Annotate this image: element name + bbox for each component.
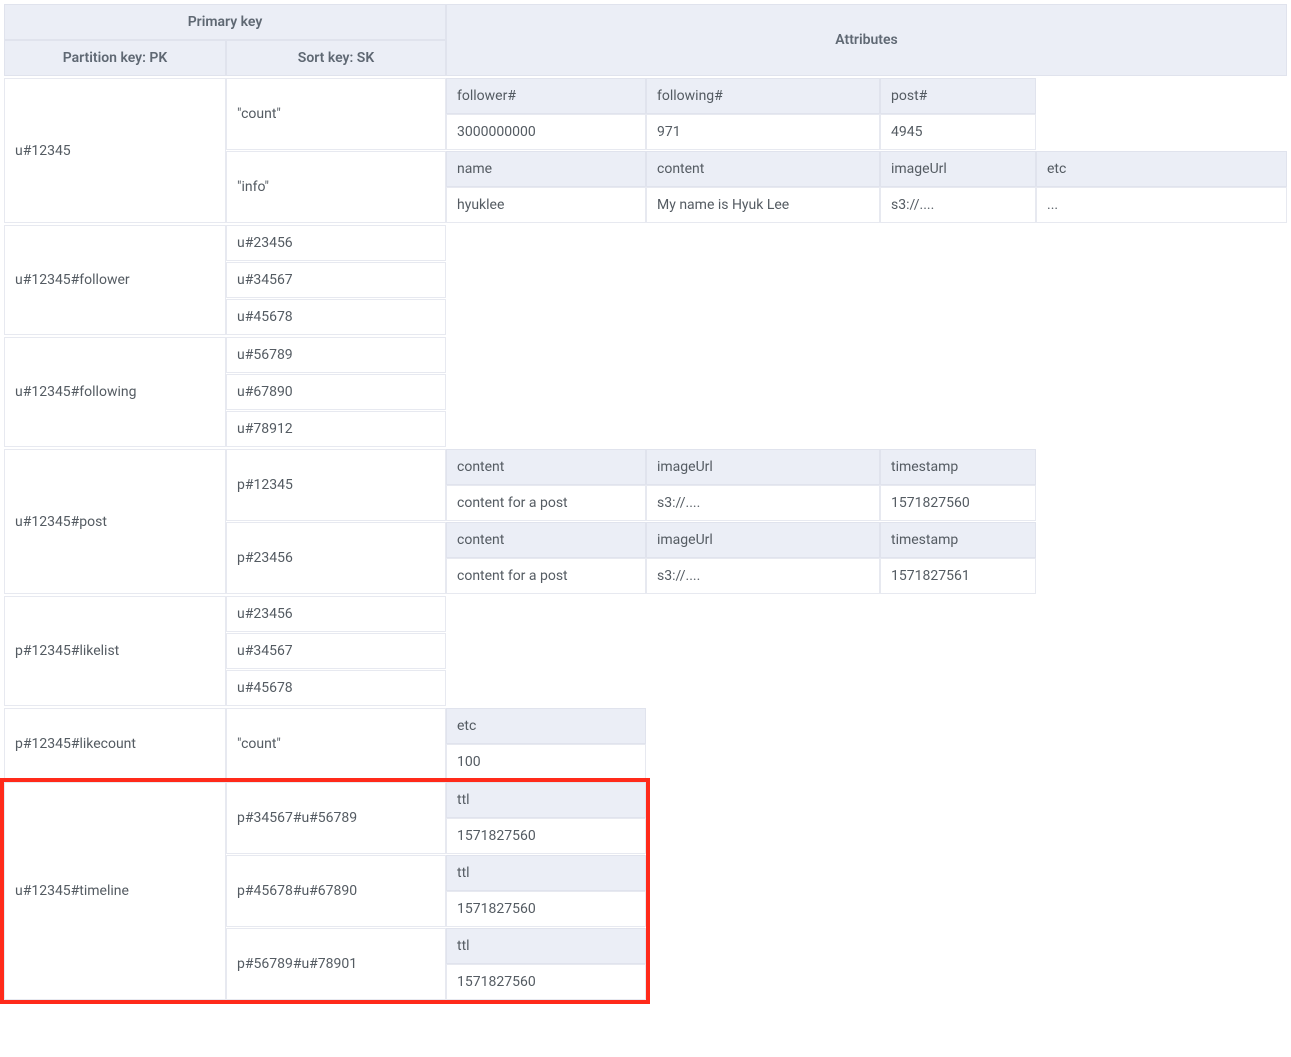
attr-header: ttl <box>446 782 646 818</box>
item-timeline-2: p#45678#u#67890 ttl 1571827560 <box>226 855 646 927</box>
sk-cell: "count" <box>226 78 446 150</box>
header-primary-key: Primary key <box>4 4 446 40</box>
attr-value: content for a post <box>446 558 646 594</box>
attr-value: 971 <box>646 114 880 150</box>
sk-cell: u#78912 <box>226 411 446 447</box>
attr-value: 1571827560 <box>446 818 646 854</box>
pk-cell: p#12345#likecount <box>4 708 226 780</box>
sk-cell: p#12345 <box>226 449 446 521</box>
attr-value: My name is Hyuk Lee <box>646 187 880 223</box>
sk-cell: p#45678#u#67890 <box>226 855 446 927</box>
item-timeline-1: p#34567#u#56789 ttl 1571827560 <box>226 782 646 854</box>
attr-value: content for a post <box>446 485 646 521</box>
attr-header: ttl <box>446 928 646 964</box>
attr-header: content <box>646 151 880 187</box>
attr-header: content <box>446 522 646 558</box>
item-post-2: p#23456 content imageUrl timestamp conte… <box>226 522 1036 594</box>
sk-cell: p#23456 <box>226 522 446 594</box>
group-post: u#12345#post p#12345 content imageUrl ti… <box>4 449 1287 594</box>
sk-cell: u#23456 <box>226 225 446 261</box>
item-timeline-3: p#56789#u#78901 ttl 1571827560 <box>226 928 646 1000</box>
pk-cell: u#12345 <box>4 78 226 223</box>
attr-header: etc <box>446 708 646 744</box>
group-user: u#12345 "count" follower# following# pos… <box>4 78 1287 223</box>
dynamodb-table-diagram: Primary key Partition key: PK Sort key: … <box>4 4 1287 1000</box>
attr-value: s3://.... <box>880 187 1036 223</box>
item-user-info: "info" name content imageUrl etc hyuklee… <box>226 151 1287 223</box>
sk-cell: "count" <box>226 708 446 780</box>
pk-cell: u#12345#following <box>4 337 226 447</box>
attr-value: ... <box>1036 187 1287 223</box>
pk-cell: u#12345#post <box>4 449 226 594</box>
attr-header: name <box>446 151 646 187</box>
sk-cell: p#34567#u#56789 <box>226 782 446 854</box>
attr-value: 1571827560 <box>446 891 646 927</box>
attr-value: 3000000000 <box>446 114 646 150</box>
sk-cell: u#23456 <box>226 596 446 632</box>
attr-header: etc <box>1036 151 1287 187</box>
sk-cell: "info" <box>226 151 446 223</box>
pk-cell: u#12345#follower <box>4 225 226 335</box>
sk-cell: u#45678 <box>226 299 446 335</box>
attr-header: post# <box>880 78 1036 114</box>
sk-cell: u#67890 <box>226 374 446 410</box>
group-likecount: p#12345#likecount "count" etc 100 <box>4 708 1287 780</box>
attr-header: content <box>446 449 646 485</box>
header-sort-key: Sort key: SK <box>226 40 446 76</box>
attr-value: 100 <box>446 744 646 780</box>
attr-value: 1571827560 <box>880 485 1036 521</box>
header-partition-key: Partition key: PK <box>4 40 226 76</box>
attr-header: following# <box>646 78 880 114</box>
group-likelist: p#12345#likelist u#23456 u#34567 u#45678 <box>4 596 1287 706</box>
group-follower: u#12345#follower u#23456 u#34567 u#45678 <box>4 225 1287 335</box>
attr-value: s3://.... <box>646 558 880 594</box>
attr-header: imageUrl <box>880 151 1036 187</box>
attr-header: timestamp <box>880 522 1036 558</box>
attr-header: timestamp <box>880 449 1036 485</box>
attr-header: imageUrl <box>646 522 880 558</box>
attr-value: 4945 <box>880 114 1036 150</box>
group-timeline: u#12345#timeline p#34567#u#56789 ttl 157… <box>4 782 1287 1000</box>
sk-cell: u#34567 <box>226 633 446 669</box>
attr-value: 1571827560 <box>446 964 646 1000</box>
sk-cell: u#34567 <box>226 262 446 298</box>
attr-value: hyuklee <box>446 187 646 223</box>
header-row: Primary key Partition key: PK Sort key: … <box>4 4 1287 76</box>
group-following: u#12345#following u#56789 u#67890 u#7891… <box>4 337 1287 447</box>
pk-cell: u#12345#timeline <box>4 782 226 1000</box>
sk-cell: u#56789 <box>226 337 446 373</box>
attr-header: follower# <box>446 78 646 114</box>
item-post-1: p#12345 content imageUrl timestamp conte… <box>226 449 1036 521</box>
item-user-count: "count" follower# following# post# 30000… <box>226 78 1287 150</box>
pk-cell: p#12345#likelist <box>4 596 226 706</box>
attr-value: s3://.... <box>646 485 880 521</box>
attr-header: ttl <box>446 855 646 891</box>
attr-header: imageUrl <box>646 449 880 485</box>
sk-cell: p#56789#u#78901 <box>226 928 446 1000</box>
attr-value: 1571827561 <box>880 558 1036 594</box>
sk-cell: u#45678 <box>226 670 446 706</box>
header-attributes: Attributes <box>446 4 1287 76</box>
